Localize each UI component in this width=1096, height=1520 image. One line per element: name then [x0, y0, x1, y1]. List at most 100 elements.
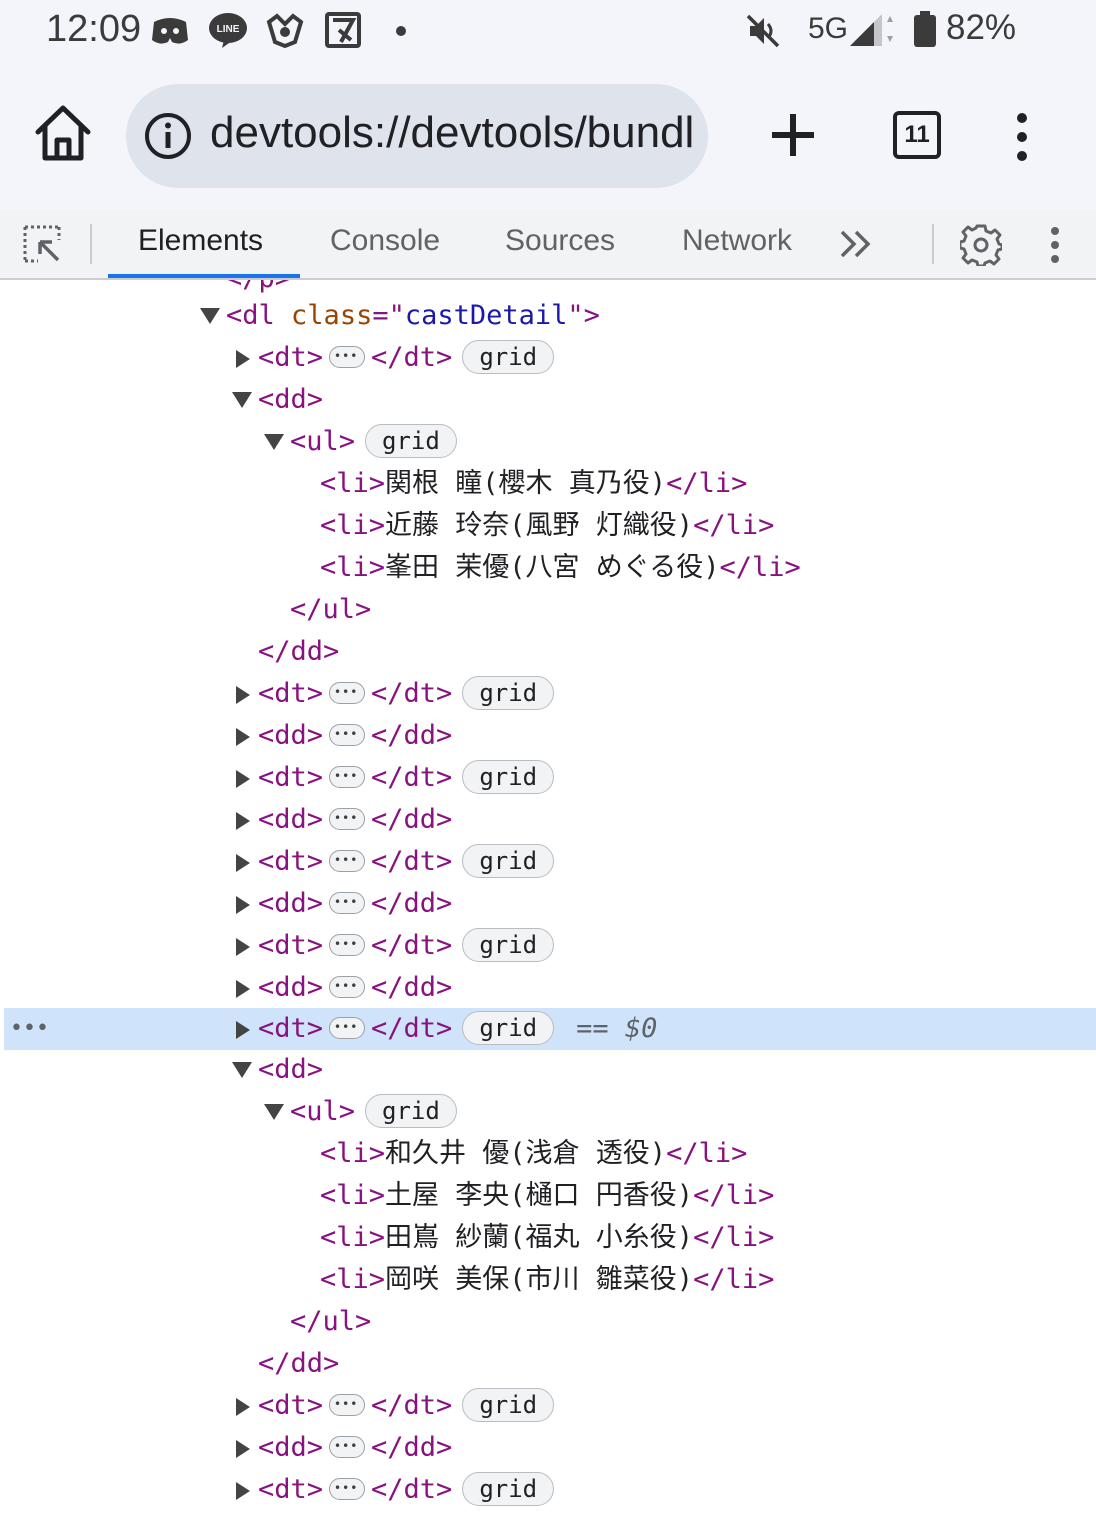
tree-node-dd[interactable]: <dd></dd> — [0, 797, 1096, 841]
ellipsis-icon[interactable] — [329, 671, 366, 713]
expand-arrow-icon[interactable] — [236, 925, 256, 967]
status-time: 12:09 — [46, 8, 142, 50]
tab-elements[interactable]: Elements — [138, 224, 263, 258]
grid-badge[interactable]: grid — [462, 759, 555, 794]
elements-tree: </p> <dl class="castDetail"> <dt></dt>gr… — [0, 280, 1096, 1520]
inspect-element-icon[interactable] — [22, 224, 62, 264]
collapse-arrow-icon[interactable] — [232, 1049, 252, 1091]
discord-icon — [152, 18, 188, 44]
grid-badge[interactable]: grid — [462, 1471, 555, 1506]
row-actions-icon[interactable]: ••• — [10, 1008, 49, 1050]
dot-icon — [396, 26, 406, 36]
tree-node-dd-close[interactable]: </dd> — [0, 631, 1096, 673]
tree-node-li[interactable]: <li>近藤 玲奈(風野 灯織役)</li> — [0, 505, 1096, 547]
grid-badge[interactable]: grid — [462, 843, 555, 878]
more-tabs-icon[interactable] — [838, 226, 874, 262]
tree-node-li[interactable]: <li>土屋 李央(樋口 円香役)</li> — [0, 1175, 1096, 1217]
tree-node-dd[interactable]: <dd></dd> — [0, 1425, 1096, 1469]
expand-arrow-icon[interactable] — [236, 841, 256, 883]
tree-node-ul[interactable]: <ul> grid — [0, 421, 1096, 463]
ellipsis-icon[interactable] — [329, 797, 366, 839]
new-tab-button[interactable] — [768, 110, 818, 160]
expand-arrow-icon[interactable] — [236, 1385, 256, 1427]
devtools-menu-icon[interactable] — [1042, 226, 1068, 264]
tree-node-li[interactable]: <li>岡咲 美保(市川 雛菜役)</li> — [0, 1259, 1096, 1301]
collapse-arrow-icon[interactable] — [264, 1091, 284, 1133]
ellipsis-icon[interactable] — [329, 713, 366, 755]
browser-menu-button[interactable] — [1004, 112, 1040, 162]
tree-node-dt[interactable]: <dt></dt>grid — [0, 335, 1096, 379]
collapse-arrow-icon[interactable] — [232, 379, 252, 421]
tree-node-ul-close[interactable]: </ul> — [0, 589, 1096, 631]
grid-badge[interactable]: grid — [462, 1387, 555, 1422]
selected-node-reference: == $0 — [576, 1013, 658, 1044]
expand-arrow-icon[interactable] — [236, 883, 256, 925]
address-bar[interactable]: devtools://devtools/bundl — [126, 84, 708, 188]
expand-arrow-icon[interactable] — [236, 799, 256, 841]
ellipsis-icon[interactable] — [329, 1383, 366, 1425]
tab-console[interactable]: Console — [330, 224, 440, 258]
tree-node-ul-close[interactable]: </ul> — [0, 1301, 1096, 1343]
grid-badge[interactable]: grid — [365, 1093, 457, 1128]
toolbar-divider — [90, 224, 92, 264]
signal-icon — [850, 14, 893, 46]
url-text[interactable]: devtools://devtools/bundl — [210, 108, 694, 158]
tree-node-ul[interactable]: <ul> grid — [0, 1091, 1096, 1133]
expand-arrow-icon[interactable] — [236, 715, 256, 757]
grid-badge[interactable]: grid — [462, 339, 555, 374]
home-button[interactable] — [30, 100, 96, 166]
settings-gear-icon[interactable] — [960, 224, 1002, 266]
tab-network[interactable]: Network — [682, 224, 792, 258]
grid-badge[interactable]: grid — [462, 675, 555, 710]
tree-node-li[interactable]: <li>関根 瞳(櫻木 真乃役)</li> — [0, 463, 1096, 505]
ellipsis-icon[interactable] — [329, 1006, 366, 1048]
active-tab-indicator — [108, 274, 300, 278]
tree-node-dt[interactable]: <dt></dt>grid — [0, 839, 1096, 883]
tree-node-dt-selected[interactable]: ••• <dt></dt>grid== $0 — [4, 1006, 1096, 1050]
tree-node-dl[interactable]: <dl class="castDetail"> — [0, 295, 1096, 337]
expand-arrow-icon[interactable] — [236, 757, 256, 799]
tab-switcher-button[interactable]: 11 — [893, 111, 941, 159]
collapse-arrow-icon[interactable] — [200, 295, 220, 337]
tree-node-li[interactable]: <li>峯田 茉優(八宮 めぐる役)</li> — [0, 547, 1096, 589]
tree-node-dt[interactable]: <dt></dt>grid — [0, 755, 1096, 799]
app-icon — [266, 13, 304, 48]
tree-node-li[interactable]: <li>和久井 優(浅倉 透役)</li> — [0, 1133, 1096, 1175]
expand-arrow-icon[interactable] — [236, 1427, 256, 1469]
expand-arrow-icon[interactable] — [236, 673, 256, 715]
ellipsis-icon[interactable] — [329, 923, 366, 965]
expand-arrow-icon[interactable] — [236, 337, 256, 379]
ellipsis-icon[interactable] — [329, 881, 366, 923]
tree-node-dd[interactable]: <dd></dd> — [0, 965, 1096, 1009]
tree-node-dt[interactable]: <dt></dt>grid — [0, 923, 1096, 967]
tree-node-dt[interactable]: <dt></dt>grid — [0, 1467, 1096, 1511]
grid-badge[interactable]: grid — [462, 1010, 555, 1045]
tab-sources[interactable]: Sources — [505, 224, 615, 258]
collapse-arrow-icon[interactable] — [264, 421, 284, 463]
expand-arrow-icon[interactable] — [236, 967, 256, 1009]
grid-badge[interactable]: grid — [365, 423, 457, 458]
mute-icon — [746, 14, 780, 48]
tree-node-dd[interactable]: <dd> — [0, 1049, 1096, 1091]
grid-badge[interactable]: grid — [462, 927, 555, 962]
tree-node-dd-close[interactable]: </dd> — [0, 1343, 1096, 1385]
ellipsis-icon[interactable] — [329, 965, 366, 1007]
expand-arrow-icon[interactable] — [236, 1469, 256, 1511]
info-icon[interactable] — [144, 112, 192, 160]
status-bar: 12:09 LINE 5G 82% — [0, 0, 1096, 62]
tree-node-dd[interactable]: <dd> — [0, 379, 1096, 421]
tree-node-dd[interactable]: <dd></dd> — [0, 713, 1096, 757]
ellipsis-icon[interactable] — [329, 1467, 366, 1509]
tree-node-dt[interactable]: <dt></dt>grid — [0, 671, 1096, 715]
ellipsis-icon[interactable] — [329, 839, 366, 881]
ellipsis-icon[interactable] — [329, 335, 366, 377]
ellipsis-icon[interactable] — [329, 755, 366, 797]
toolbar-divider — [932, 224, 934, 264]
expand-arrow-icon[interactable] — [236, 1008, 256, 1050]
tree-node-dd[interactable]: <dd></dd> — [0, 881, 1096, 925]
ellipsis-icon[interactable] — [329, 1425, 366, 1467]
tree-node-dt[interactable]: <dt></dt>grid — [0, 1383, 1096, 1427]
tree-node-li[interactable]: <li>田嶌 紗蘭(福丸 小糸役)</li> — [0, 1217, 1096, 1259]
battery-icon — [914, 11, 936, 47]
browser-toolbar: devtools://devtools/bundl 11 — [0, 62, 1096, 210]
